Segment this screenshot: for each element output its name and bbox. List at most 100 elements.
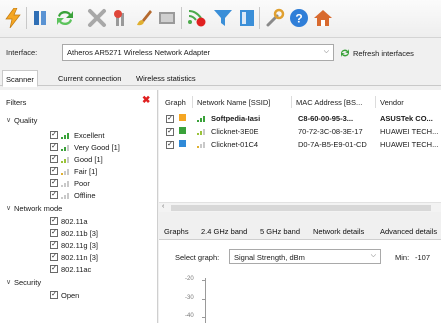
signal-bars-icon [197, 115, 207, 122]
signal-bars-icon [61, 192, 71, 199]
toolbar: ? [0, 0, 441, 38]
filter-item-good[interactable]: ✓ Good [1] [50, 154, 103, 164]
tab-advanced-details[interactable]: Advanced details [380, 227, 437, 236]
checkbox[interactable]: ✓ [50, 155, 58, 163]
checkbox[interactable]: ✓ [166, 141, 174, 149]
filter-plus-icon[interactable] [110, 7, 132, 29]
refresh-arrows-icon[interactable] [54, 7, 76, 29]
row-mac: 70-72-3C-08-3E-17 [298, 127, 363, 136]
tab-scanner[interactable]: Scanner [2, 70, 38, 87]
network-table: Graph Network Name [SSID] MAC Address [B… [159, 90, 441, 212]
horizontal-scrollbar[interactable]: ‹ [159, 202, 441, 212]
tab-current-connection[interactable]: Current connection [55, 72, 124, 85]
filter-item-label: Offline [74, 190, 96, 200]
refresh-interfaces-label: Refresh interfaces [353, 48, 414, 58]
filter-item-label: Open [61, 290, 80, 300]
select-graph-dropdown[interactable]: Signal Strength, dBm ⌵ [229, 249, 381, 264]
column-header-graph[interactable]: Graph [165, 98, 186, 107]
tools-x-icon[interactable] [86, 7, 108, 29]
column-header-mac[interactable]: MAC Address [BS... [296, 98, 362, 107]
filter-item-offline[interactable]: ✓ Offline [50, 190, 96, 200]
chevron-down-icon[interactable]: ∨ [6, 204, 14, 212]
scroll-left-arrow-icon[interactable]: ‹ [162, 203, 164, 210]
filter-item-label: Good [1] [74, 154, 103, 164]
filter-item-80211a[interactable]: ✓ 802.11a [50, 216, 88, 226]
refresh-interfaces-button[interactable]: Refresh interfaces [340, 46, 414, 60]
signal-bars-icon [61, 144, 71, 151]
min-value: -107 [415, 253, 431, 262]
filter-group-quality[interactable]: ∨ Quality [6, 115, 37, 125]
checkbox[interactable]: ✓ [50, 241, 58, 249]
filter-item-80211ac[interactable]: ✓ 802.11ac [50, 264, 91, 274]
checkbox[interactable]: ✓ [166, 128, 174, 136]
checkbox[interactable]: ✓ [50, 131, 58, 139]
checkbox[interactable]: ✓ [166, 115, 174, 123]
row-ssid: Clicknet-3E0E [211, 127, 259, 136]
select-graph-label: Select graph: [175, 253, 220, 262]
home-icon[interactable] [312, 7, 334, 29]
checkbox[interactable]: ✓ [50, 253, 58, 261]
chevron-down-icon[interactable]: ∨ [6, 278, 14, 286]
tab-24ghz-band[interactable]: 2.4 GHz band [201, 227, 247, 236]
y-tick-label: -40 [185, 313, 194, 319]
filter-item-80211b[interactable]: ✓ 802.11b [3] [50, 228, 98, 238]
column-header-vendor[interactable]: Vendor [380, 98, 404, 107]
filter-group-network-mode[interactable]: ∨ Network mode [6, 203, 62, 213]
checkbox[interactable]: ✓ [50, 229, 58, 237]
panel-icon[interactable] [236, 7, 258, 29]
filter-group-security[interactable]: ∨ Security [6, 277, 41, 287]
checkbox[interactable]: ✓ [50, 291, 58, 299]
filter-item-excellent[interactable]: ✓ Excellent [50, 130, 104, 140]
checkbox[interactable]: ✓ [50, 143, 58, 151]
checkbox[interactable]: ✓ [50, 167, 58, 175]
graph-area: Select graph: Signal Strength, dBm ⌵ Min… [159, 240, 441, 323]
filter-item-80211n[interactable]: ✓ 802.11n [3] [50, 252, 98, 262]
checkbox[interactable]: ✓ [50, 217, 58, 225]
min-label: Min: [395, 253, 410, 262]
lightning-icon[interactable] [2, 7, 24, 29]
columns-icon[interactable] [30, 7, 52, 29]
tab-graphs[interactable]: Graphs [164, 227, 189, 236]
graph-tabs: Graphs 2.4 GHz band 5 GHz band Network d… [159, 222, 441, 240]
filter-item-very-good[interactable]: ✓ Very Good [1] [50, 142, 120, 152]
scrollbar-thumb[interactable] [171, 205, 431, 211]
filter-item-label: 802.11g [3] [61, 240, 98, 250]
signal-bars-icon [61, 156, 71, 163]
chevron-down-icon[interactable]: ∨ [6, 116, 14, 124]
filter-item-poor[interactable]: ✓ Poor [50, 178, 90, 188]
table-row[interactable]: ✓ Softpedia-Iasi C8-60-00-95-3... ASUSTe… [159, 114, 441, 124]
funnel-icon[interactable] [212, 7, 234, 29]
signal-bars-icon [197, 141, 207, 148]
brush-icon[interactable] [133, 7, 155, 29]
filter-item-label: Very Good [1] [74, 142, 120, 152]
row-vendor: HUAWEI TECH... [380, 127, 439, 136]
checkbox[interactable]: ✓ [50, 191, 58, 199]
row-ssid: Softpedia-Iasi [211, 114, 261, 123]
table-row[interactable]: ✓ Clicknet-3E0E 70-72-3C-08-3E-17 HUAWEI… [159, 127, 441, 137]
series-color-swatch [179, 114, 186, 121]
tab-wireless-statistics[interactable]: Wireless statistics [133, 72, 199, 85]
tab-network-details[interactable]: Network details [313, 227, 364, 236]
checkbox[interactable]: ✓ [50, 265, 58, 273]
interface-select[interactable]: Atheros AR5271 Wireless Network Adapter … [62, 44, 334, 61]
filter-item-80211g[interactable]: ✓ 802.11g [3] [50, 240, 98, 250]
signal-bars-icon [61, 168, 71, 175]
y-tick-label: -30 [185, 295, 194, 301]
checkbox[interactable]: ✓ [50, 179, 58, 187]
close-icon[interactable]: ✖ [142, 95, 150, 106]
signal-stop-icon[interactable] [186, 7, 208, 29]
wrench-icon[interactable] [264, 7, 286, 29]
filter-item-label: 802.11ac [61, 264, 92, 274]
filter-item-fair[interactable]: ✓ Fair [1] [50, 166, 97, 176]
interface-value: Atheros AR5271 Wireless Network Adapter [67, 48, 210, 57]
main-tabs: Scanner Current connection Wireless stat… [0, 70, 441, 87]
filter-item-label: 802.11a [61, 216, 88, 226]
column-header-ssid[interactable]: Network Name [SSID] [197, 98, 270, 107]
table-icon[interactable] [156, 7, 178, 29]
svg-text:?: ? [295, 12, 302, 26]
table-row[interactable]: ✓ Clicknet-01C4 D0-7A-B5-E9-01-CD HUAWEI… [159, 140, 441, 150]
filter-group-label: Security [14, 277, 42, 287]
filter-item-open[interactable]: ✓ Open [50, 290, 79, 300]
help-icon[interactable]: ? [288, 7, 310, 29]
tab-5ghz-band[interactable]: 5 GHz band [260, 227, 300, 236]
